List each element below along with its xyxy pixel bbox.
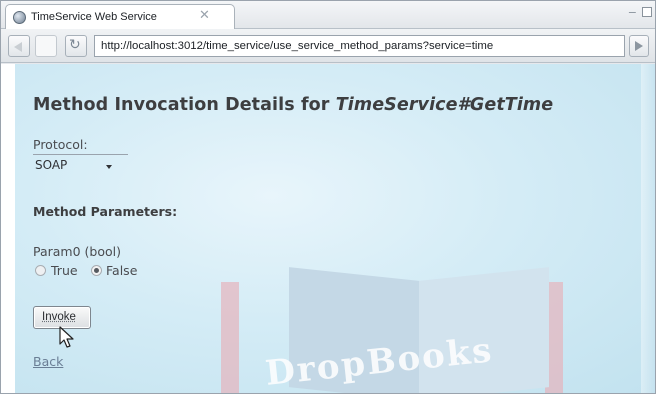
- maximize-icon[interactable]: [642, 7, 652, 17]
- page-title-prefix: Method Invocation Details for: [33, 95, 336, 115]
- go-icon: [635, 41, 643, 51]
- protocol-select[interactable]: SOAP: [33, 154, 128, 174]
- radio-false-label[interactable]: False: [106, 263, 137, 278]
- radio-true[interactable]: [35, 265, 46, 276]
- protocol-label: Protocol:: [33, 137, 88, 152]
- refresh-icon: ↻: [69, 37, 81, 53]
- back-link[interactable]: Back: [33, 354, 63, 369]
- page-title: Method Invocation Details for TimeServic…: [33, 95, 553, 115]
- browser-window: TimeService Web Service ✕ − ↻ http://loc…: [0, 0, 656, 394]
- refresh-button[interactable]: ↻: [65, 35, 87, 57]
- tab-title: TimeService Web Service: [31, 11, 157, 23]
- forward-button[interactable]: [35, 35, 57, 57]
- go-button[interactable]: [629, 35, 649, 57]
- mouse-cursor-icon: [59, 326, 74, 348]
- radio-false[interactable]: [91, 265, 102, 276]
- radio-true-label[interactable]: True: [51, 263, 78, 278]
- url-text: http://localhost:3012/time_service/use_s…: [101, 40, 494, 52]
- invoke-button-label: Invoke: [42, 311, 76, 323]
- url-field[interactable]: http://localhost:3012/time_service/use_s…: [94, 35, 625, 57]
- back-button[interactable]: [8, 35, 30, 57]
- browser-toolbar: ↻ http://localhost:3012/time_service/use…: [1, 29, 655, 63]
- back-arrow-icon: [14, 42, 22, 52]
- minimize-icon[interactable]: −: [628, 7, 637, 18]
- globe-icon: [13, 11, 26, 24]
- method-parameters-heading: Method Parameters:: [33, 204, 178, 219]
- chevron-down-icon: [106, 165, 112, 169]
- page-title-method: TimeService#GetTime: [335, 95, 554, 115]
- protocol-select-value: SOAP: [35, 158, 68, 172]
- close-icon[interactable]: ✕: [199, 9, 210, 22]
- vertical-scrollbar[interactable]: [641, 64, 655, 393]
- watermark-bar: [221, 282, 239, 393]
- param0-label: Param0 (bool): [33, 244, 121, 259]
- page-content: DropBooks Method Invocation Details for …: [1, 64, 655, 393]
- tab-timeservice[interactable]: TimeService Web Service ✕: [5, 4, 235, 30]
- tab-strip: TimeService Web Service ✕ −: [1, 1, 655, 30]
